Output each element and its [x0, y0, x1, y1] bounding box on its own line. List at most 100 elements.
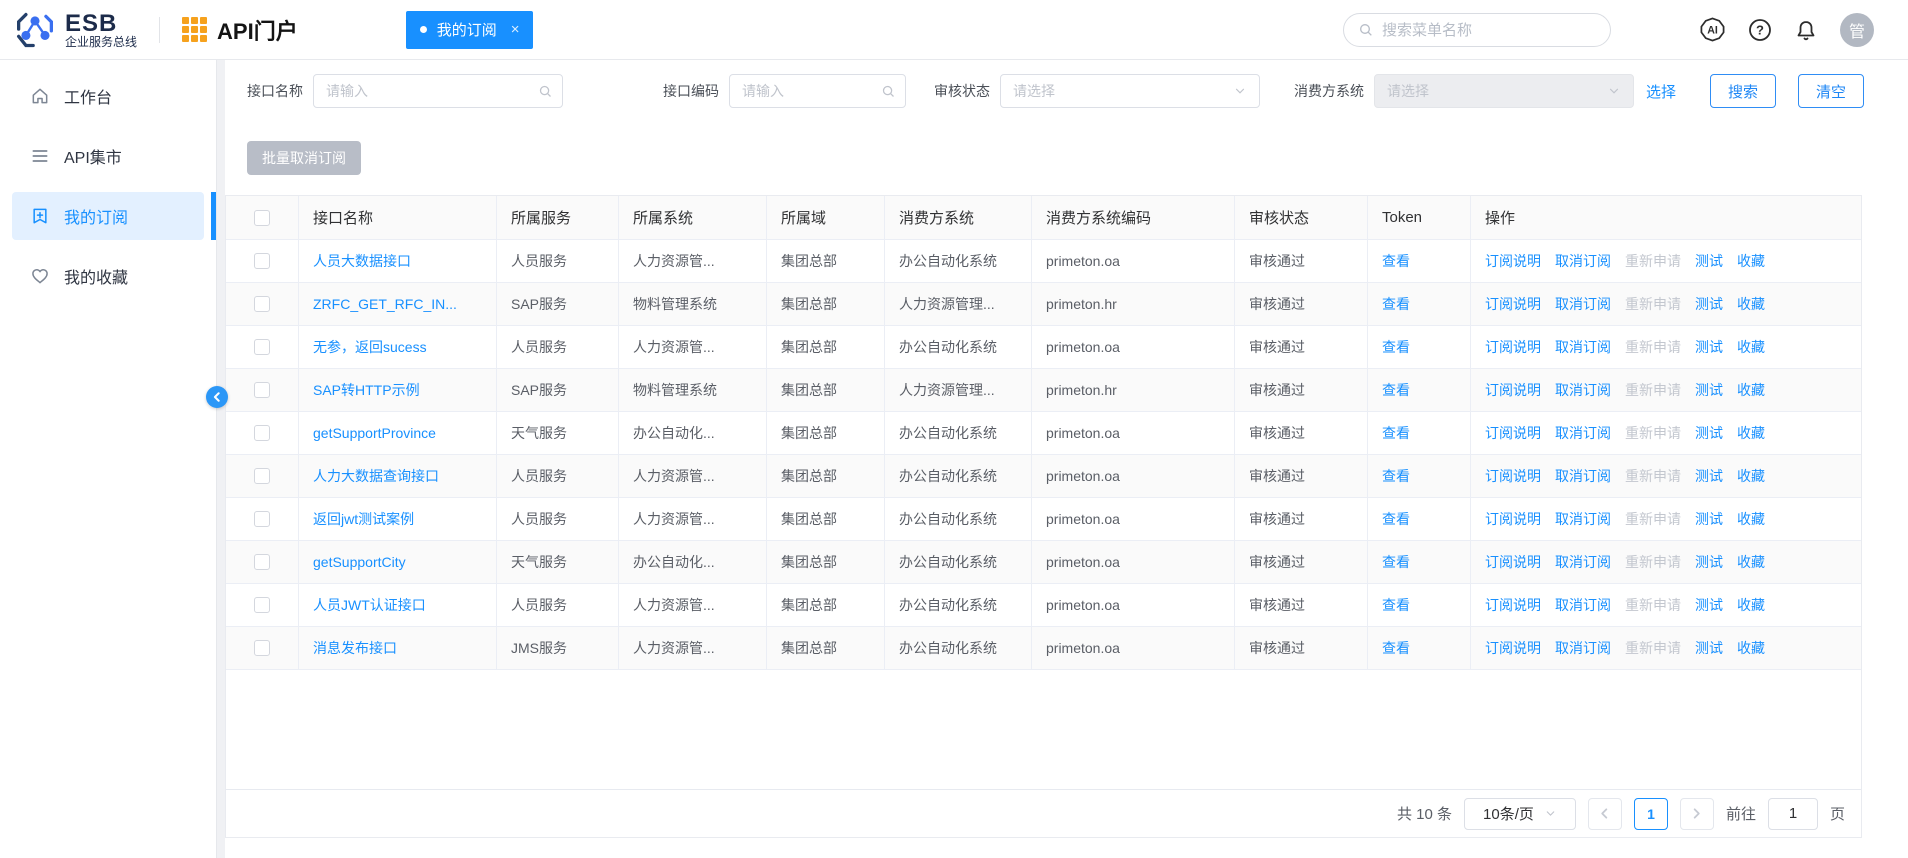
row-checkbox[interactable]: [254, 554, 270, 570]
cell-audit-status: 审核通过: [1235, 412, 1368, 454]
sidebar-item-my-subscriptions[interactable]: 我的订阅: [12, 192, 216, 240]
ai-assistant-icon[interactable]: AI: [1699, 16, 1726, 43]
action-test[interactable]: 测试: [1695, 466, 1723, 486]
action-favorite[interactable]: 收藏: [1737, 595, 1765, 615]
action-cancel-subscribe[interactable]: 取消订阅: [1555, 638, 1611, 658]
action-test[interactable]: 测试: [1695, 294, 1723, 314]
prev-page-button[interactable]: [1587, 797, 1622, 830]
action-test[interactable]: 测试: [1695, 595, 1723, 615]
action-favorite[interactable]: 收藏: [1737, 380, 1765, 400]
cell-interface-name[interactable]: 消息发布接口: [313, 638, 397, 658]
interface-code-input[interactable]: [729, 74, 906, 108]
select-all-checkbox[interactable]: [254, 209, 270, 226]
action-cancel-subscribe[interactable]: 取消订阅: [1555, 294, 1611, 314]
tab-active-dot-icon: [419, 26, 427, 33]
clear-button[interactable]: 清空: [1798, 74, 1865, 108]
action-cancel-subscribe[interactable]: 取消订阅: [1555, 423, 1611, 443]
action-favorite[interactable]: 收藏: [1737, 509, 1765, 529]
consumer-system-choose-link[interactable]: 选择: [1646, 81, 1676, 102]
action-test[interactable]: 测试: [1695, 251, 1723, 271]
token-view-link[interactable]: 查看: [1382, 294, 1410, 314]
cell-domain: 集团总部: [767, 455, 885, 497]
user-avatar[interactable]: 管: [1840, 12, 1874, 47]
action-test[interactable]: 测试: [1695, 638, 1723, 658]
action-favorite[interactable]: 收藏: [1737, 638, 1765, 658]
action-favorite[interactable]: 收藏: [1737, 552, 1765, 572]
sidebar-collapse-button[interactable]: [206, 386, 228, 408]
action-subscribe-desc[interactable]: 订阅说明: [1485, 638, 1541, 658]
cell-interface-name[interactable]: 无参，返回sucess: [313, 337, 427, 357]
cell-interface-name[interactable]: 人力大数据查询接口: [313, 466, 439, 486]
cell-interface-name[interactable]: ZRFC_GET_RFC_IN...: [313, 296, 457, 312]
action-favorite[interactable]: 收藏: [1737, 251, 1765, 271]
search-button[interactable]: 搜索: [1710, 74, 1777, 108]
cell-interface-name[interactable]: SAP转HTTP示例: [313, 380, 420, 400]
row-checkbox[interactable]: [254, 339, 270, 355]
audit-status-select[interactable]: 请选择: [1000, 74, 1260, 108]
action-test[interactable]: 测试: [1695, 337, 1723, 357]
action-subscribe-desc[interactable]: 订阅说明: [1485, 595, 1541, 615]
row-checkbox[interactable]: [254, 253, 270, 269]
action-test[interactable]: 测试: [1695, 423, 1723, 443]
action-test[interactable]: 测试: [1695, 552, 1723, 572]
cell-interface-name[interactable]: getSupportCity: [313, 554, 406, 570]
action-subscribe-desc[interactable]: 订阅说明: [1485, 380, 1541, 400]
action-cancel-subscribe[interactable]: 取消订阅: [1555, 595, 1611, 615]
action-subscribe-desc[interactable]: 订阅说明: [1485, 337, 1541, 357]
token-view-link[interactable]: 查看: [1382, 552, 1410, 572]
row-checkbox[interactable]: [254, 382, 270, 398]
action-favorite[interactable]: 收藏: [1737, 466, 1765, 486]
next-page-button[interactable]: [1679, 797, 1714, 830]
token-view-link[interactable]: 查看: [1382, 423, 1410, 443]
cell-audit-status: 审核通过: [1235, 283, 1368, 325]
page-number-button[interactable]: 1: [1633, 797, 1668, 830]
token-view-link[interactable]: 查看: [1382, 509, 1410, 529]
interface-name-input[interactable]: [313, 74, 563, 108]
action-cancel-subscribe[interactable]: 取消订阅: [1555, 466, 1611, 486]
row-checkbox[interactable]: [254, 640, 270, 656]
action-subscribe-desc[interactable]: 订阅说明: [1485, 552, 1541, 572]
row-checkbox[interactable]: [254, 511, 270, 527]
cell-interface-name[interactable]: 人员JWT认证接口: [313, 595, 426, 615]
action-subscribe-desc[interactable]: 订阅说明: [1485, 423, 1541, 443]
cell-interface-name[interactable]: 人员大数据接口: [313, 251, 411, 271]
chevron-down-icon: [1544, 807, 1557, 820]
action-cancel-subscribe[interactable]: 取消订阅: [1555, 552, 1611, 572]
action-cancel-subscribe[interactable]: 取消订阅: [1555, 509, 1611, 529]
row-checkbox[interactable]: [254, 296, 270, 312]
token-view-link[interactable]: 查看: [1382, 337, 1410, 357]
token-view-link[interactable]: 查看: [1382, 251, 1410, 271]
token-view-link[interactable]: 查看: [1382, 380, 1410, 400]
page-size-select[interactable]: 10条/页: [1463, 797, 1576, 830]
bell-icon[interactable]: [1794, 18, 1818, 42]
tab-close-icon[interactable]: ×: [511, 21, 520, 38]
sidebar-item-workbench[interactable]: 工作台: [12, 72, 204, 120]
action-test[interactable]: 测试: [1695, 380, 1723, 400]
action-subscribe-desc[interactable]: 订阅说明: [1485, 251, 1541, 271]
action-subscribe-desc[interactable]: 订阅说明: [1485, 294, 1541, 314]
menu-search-input[interactable]: 搜索菜单名称: [1343, 12, 1611, 47]
token-view-link[interactable]: 查看: [1382, 595, 1410, 615]
action-test[interactable]: 测试: [1695, 509, 1723, 529]
help-icon[interactable]: ?: [1748, 18, 1772, 42]
token-view-link[interactable]: 查看: [1382, 638, 1410, 658]
action-cancel-subscribe[interactable]: 取消订阅: [1555, 337, 1611, 357]
tab-my-subscriptions[interactable]: 我的订阅 ×: [405, 10, 534, 49]
action-favorite[interactable]: 收藏: [1737, 294, 1765, 314]
cell-interface-name[interactable]: getSupportProvince: [313, 425, 436, 441]
sidebar-item-api-market[interactable]: API集市: [12, 132, 204, 180]
goto-page-input[interactable]: [1767, 797, 1818, 830]
action-subscribe-desc[interactable]: 订阅说明: [1485, 466, 1541, 486]
action-cancel-subscribe[interactable]: 取消订阅: [1555, 380, 1611, 400]
row-checkbox[interactable]: [254, 425, 270, 441]
row-checkbox[interactable]: [254, 597, 270, 613]
row-checkbox[interactable]: [254, 468, 270, 484]
action-subscribe-desc[interactable]: 订阅说明: [1485, 509, 1541, 529]
token-view-link[interactable]: 查看: [1382, 466, 1410, 486]
action-favorite[interactable]: 收藏: [1737, 423, 1765, 443]
sidebar-item-my-favorites[interactable]: 我的收藏: [12, 252, 204, 300]
pagination-bar: 共 10 条 10条/页 1 前往 1 页: [226, 789, 1861, 837]
cell-interface-name[interactable]: 返回jwt测试案例: [313, 509, 414, 529]
action-cancel-subscribe[interactable]: 取消订阅: [1555, 251, 1611, 271]
action-favorite[interactable]: 收藏: [1737, 337, 1765, 357]
